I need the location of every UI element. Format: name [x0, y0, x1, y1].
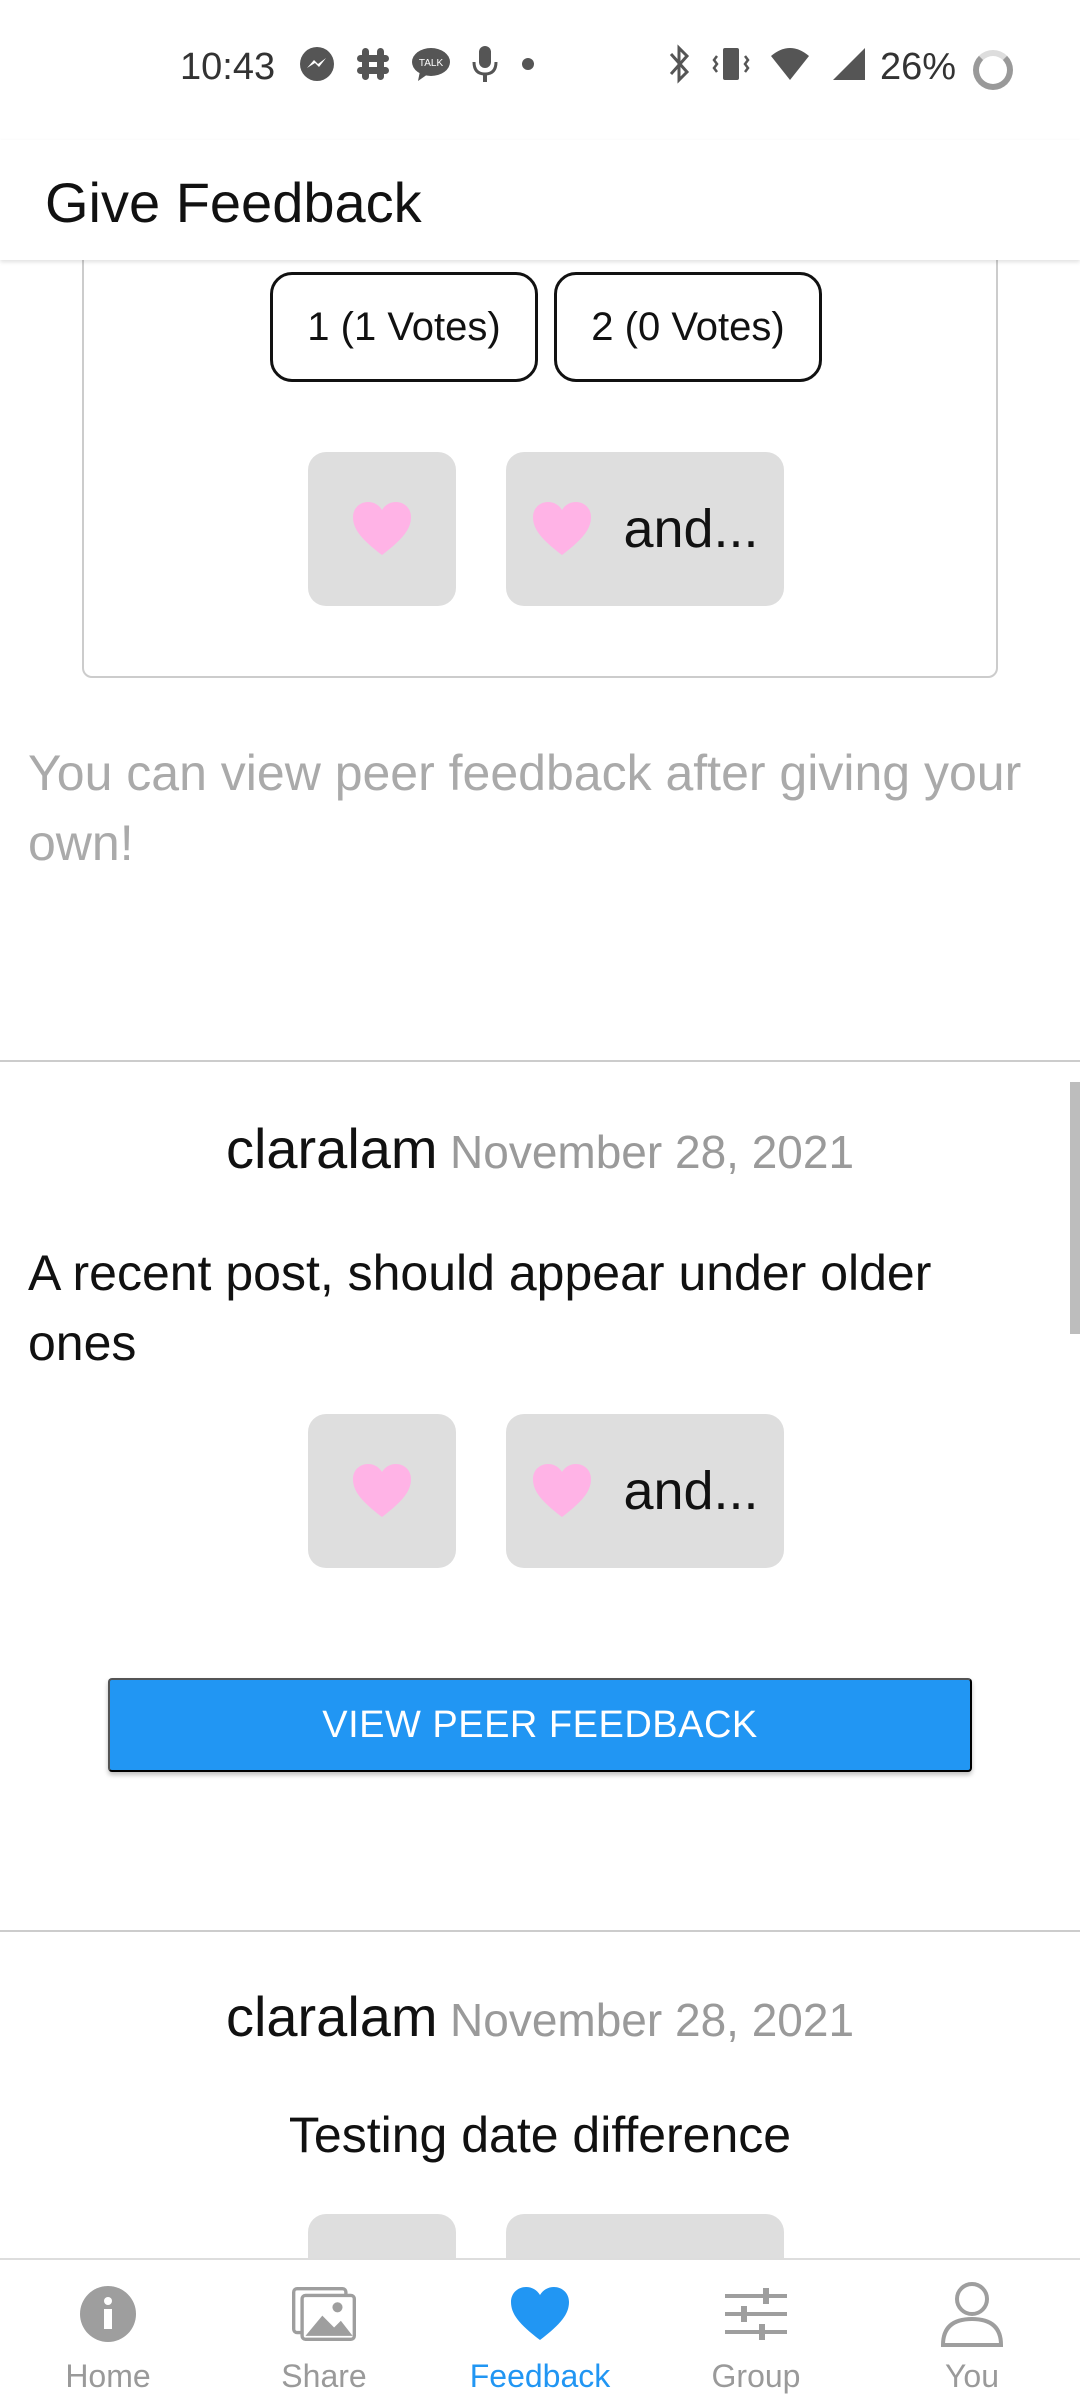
more-reactions-label: and...: [623, 499, 759, 559]
nav-share[interactable]: Share: [216, 2260, 432, 2400]
post-meta: claralam November 28, 2021: [0, 1116, 1080, 1181]
divider: [0, 1930, 1080, 1932]
info-icon: [76, 2282, 140, 2346]
app-header: Give Feedback: [0, 140, 1080, 260]
post-text: A recent post, should appear under older…: [28, 1245, 932, 1371]
nav-group[interactable]: Group: [648, 2260, 864, 2400]
nav-you[interactable]: You: [864, 2260, 1080, 2400]
vibrate-icon: [712, 48, 750, 80]
nav-home-label: Home: [65, 2358, 151, 2394]
poll-option-2[interactable]: 2 (0 Votes): [554, 272, 822, 382]
battery-ring-icon: [973, 50, 1013, 90]
view-peer-feedback-button[interactable]: VIEW PEER FEEDBACK: [108, 1678, 972, 1772]
like-button[interactable]: [308, 2214, 456, 2258]
feedback-hint: You can view peer feedback after giving …: [28, 745, 1022, 871]
heart-icon: [533, 1464, 592, 1517]
reaction-row: and...: [308, 452, 784, 606]
sliders-icon: [724, 2282, 788, 2346]
image-icon: [292, 2282, 356, 2346]
post-date: November 28, 2021: [450, 1126, 855, 1178]
like-button[interactable]: [308, 452, 456, 606]
status-time: 10:43: [180, 46, 276, 88]
more-reactions-label: and...: [623, 1461, 759, 1521]
post-date: November 28, 2021: [450, 1994, 855, 2046]
signal-icon: [833, 48, 865, 80]
system-icons: [665, 44, 867, 84]
messenger-icon: [300, 47, 334, 81]
heart-icon: [353, 1464, 411, 1517]
poll-options: 1 (1 Votes) 2 (0 Votes): [270, 272, 822, 382]
microphone-icon: [472, 46, 498, 82]
nav-feedback-label: Feedback: [469, 2358, 611, 2394]
nav-home[interactable]: Home: [0, 2260, 216, 2400]
divider: [0, 1060, 1080, 1062]
nav-feedback[interactable]: Feedback: [432, 2260, 648, 2400]
heart-icon: [353, 502, 411, 555]
page-title: Give Feedback: [45, 171, 422, 234]
post-meta: claralam November 28, 2021: [0, 1984, 1080, 2049]
heart-icon: [508, 2282, 572, 2346]
like-button[interactable]: [308, 1414, 456, 1568]
nav-share-label: Share: [281, 2358, 367, 2394]
bottom-navigation: Home Share Feedback Group You: [0, 2258, 1080, 2400]
reaction-row: and...: [308, 1414, 784, 1568]
feedback-feed[interactable]: 1 (1 Votes) 2 (0 Votes) and... You can v…: [0, 260, 1080, 2258]
post-author[interactable]: claralam: [226, 1985, 438, 2048]
status-bar: 10:43 TALK 26%: [0, 0, 1080, 140]
nav-you-label: You: [945, 2358, 999, 2394]
poll-option-1[interactable]: 1 (1 Votes): [270, 272, 538, 382]
notification-icons: TALK: [298, 44, 538, 84]
slack-icon: [357, 48, 389, 80]
bluetooth-icon: [669, 44, 690, 84]
post-author[interactable]: claralam: [226, 1117, 438, 1180]
heart-icon: [533, 502, 592, 555]
more-reactions-button[interactable]: and...: [506, 452, 784, 606]
battery-percentage: 26%: [880, 46, 957, 88]
more-reactions-button[interactable]: and...: [506, 1414, 784, 1568]
scrollbar[interactable]: [1070, 1082, 1080, 1334]
dot-icon: [522, 58, 534, 70]
reaction-row: [308, 2214, 784, 2258]
wifi-icon: [771, 48, 809, 80]
talk-icon: TALK: [412, 48, 450, 81]
post-text: Testing date difference: [288, 2107, 792, 2163]
more-reactions-button[interactable]: [506, 2214, 784, 2258]
svg-text:TALK: TALK: [419, 58, 444, 69]
person-icon: [940, 2282, 1004, 2347]
nav-group-label: Group: [711, 2358, 801, 2394]
